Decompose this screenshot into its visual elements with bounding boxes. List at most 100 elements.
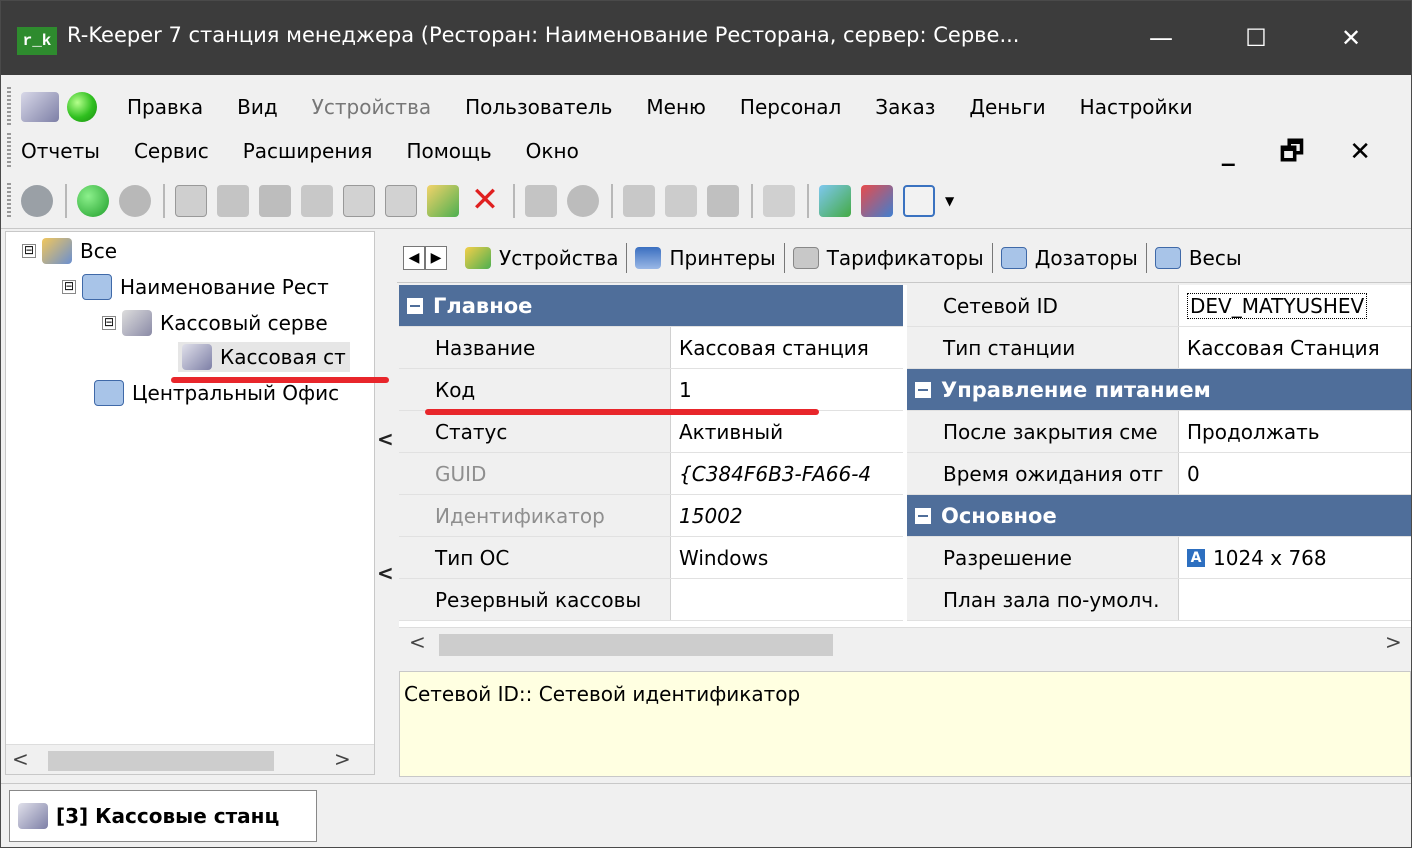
property-row-os-type[interactable]: Тип ОС Windows bbox=[399, 537, 903, 579]
property-grid[interactable]: Главное Название Кассовая станция Код 1 … bbox=[399, 285, 1411, 661]
menu-extensions[interactable]: Расширения bbox=[243, 139, 373, 163]
menu-money[interactable]: Деньги bbox=[969, 95, 1045, 119]
network-id-value[interactable]: DEV_MATYUSHEV bbox=[1187, 292, 1368, 319]
refresh-icon[interactable] bbox=[21, 185, 53, 217]
menu-grip[interactable] bbox=[7, 87, 11, 127]
tree-item-central-office[interactable]: Центральный Офис bbox=[94, 380, 339, 406]
tree-panel[interactable]: ⊟ Все ⊟ Наименование Рест ⊟ Кассовый сер… bbox=[5, 231, 375, 775]
copy-icon[interactable] bbox=[623, 185, 655, 217]
menu-help[interactable]: Помощь bbox=[406, 139, 491, 163]
menu-window[interactable]: Окно bbox=[526, 139, 579, 163]
property-value[interactable]: Активный bbox=[671, 411, 903, 452]
paste-doc-icon[interactable] bbox=[385, 185, 417, 217]
print-preview-icon[interactable] bbox=[259, 185, 291, 217]
menu-user[interactable]: Пользователь bbox=[465, 95, 612, 119]
tree-item-restaurant[interactable]: ⊟ Наименование Рест bbox=[62, 274, 329, 300]
menu-devices[interactable]: Устройства bbox=[312, 95, 431, 119]
property-value[interactable]: Кассовая станция bbox=[671, 327, 903, 368]
property-row-backup-cash[interactable]: Резервный кассовы bbox=[399, 579, 903, 621]
property-value[interactable]: 0 bbox=[1179, 453, 1411, 494]
property-row-status[interactable]: Статус Активный bbox=[399, 411, 903, 453]
menu-edit[interactable]: Правка bbox=[127, 95, 203, 119]
search-icon[interactable] bbox=[763, 185, 795, 217]
collapse-icon[interactable] bbox=[915, 381, 931, 398]
collapse-icon[interactable]: ⊟ bbox=[22, 244, 36, 258]
menu-view[interactable]: Вид bbox=[237, 95, 278, 119]
menu-service[interactable]: Сервис bbox=[134, 139, 209, 163]
menu-settings[interactable]: Настройки bbox=[1080, 95, 1193, 119]
tab-devices[interactable]: Устройства bbox=[457, 242, 628, 273]
move-up-icon[interactable] bbox=[427, 185, 459, 217]
section-header-basic[interactable]: Основное bbox=[907, 495, 1411, 537]
property-value[interactable] bbox=[671, 579, 903, 620]
window-tab-cash-stations[interactable]: [3] Кассовые станц bbox=[9, 790, 317, 842]
property-row-station-type[interactable]: Тип станции Кассовая Станция bbox=[907, 327, 1411, 369]
tab-scroll-left[interactable]: ◀ bbox=[403, 245, 425, 270]
property-row-after-shift-close[interactable]: После закрытия сме Продолжать bbox=[907, 411, 1411, 453]
collapse-icon[interactable] bbox=[915, 507, 931, 524]
copy-doc-icon[interactable] bbox=[343, 185, 375, 217]
property-row-default-floor-plan[interactable]: План зала по-умолч. bbox=[907, 579, 1411, 621]
section-header-main[interactable]: Главное bbox=[399, 285, 903, 327]
collapse-left-icon[interactable]: < bbox=[377, 561, 394, 585]
scroll-right-arrow[interactable]: > bbox=[1385, 630, 1402, 654]
export-icon[interactable] bbox=[861, 185, 893, 217]
tree-item-cash-server[interactable]: ⊟ Кассовый серве bbox=[102, 310, 328, 336]
menu-reports[interactable]: Отчеты bbox=[21, 139, 100, 163]
forward-icon[interactable] bbox=[119, 185, 151, 217]
menu-order[interactable]: Заказ bbox=[875, 95, 935, 119]
tree-scrollbar[interactable]: < > bbox=[6, 744, 374, 774]
toolbar-grip[interactable] bbox=[7, 183, 11, 219]
new-doc-icon[interactable] bbox=[175, 185, 207, 217]
panel-splitter[interactable]: < < bbox=[377, 231, 394, 651]
close-button[interactable]: ✕ bbox=[1321, 15, 1381, 61]
collapse-icon[interactable]: ⊟ bbox=[62, 280, 76, 294]
grid-scrollbar[interactable]: < > bbox=[399, 627, 1411, 661]
property-value[interactable]: Кассовая Станция bbox=[1179, 327, 1411, 368]
scroll-right-arrow[interactable]: > bbox=[334, 747, 351, 771]
property-value[interactable]: Продолжать bbox=[1179, 411, 1411, 452]
tab-printers[interactable]: Принтеры bbox=[627, 242, 785, 273]
property-row-guid[interactable]: GUID {C384F6B3-FA66-4 bbox=[399, 453, 903, 495]
property-value[interactable] bbox=[1179, 579, 1411, 620]
scroll-left-arrow[interactable]: < bbox=[409, 630, 426, 654]
cancel-icon[interactable] bbox=[567, 185, 599, 217]
collapse-icon[interactable] bbox=[407, 297, 423, 314]
tree-item-cash-station[interactable]: Кассовая ст bbox=[178, 342, 350, 372]
title-bar[interactable]: r_k R-Keeper 7 станция менеджера (Рестор… bbox=[1, 1, 1411, 75]
tab-tariffers[interactable]: Тарификаторы bbox=[785, 242, 993, 273]
collapse-icon[interactable]: ⊟ bbox=[102, 316, 116, 330]
cut-icon[interactable] bbox=[665, 185, 697, 217]
tab-scroll-right[interactable]: ▶ bbox=[425, 245, 447, 270]
property-row-wait-time[interactable]: Время ожидания отг 0 bbox=[907, 453, 1411, 495]
property-row-resolution[interactable]: Разрешение A 1024 x 768 bbox=[907, 537, 1411, 579]
property-row-code[interactable]: Код 1 bbox=[399, 369, 903, 411]
tab-dispensers[interactable]: Дозаторы bbox=[993, 242, 1147, 273]
mdi-window-controls[interactable]: _ 🗗 ✕ bbox=[1222, 133, 1389, 177]
rename-icon[interactable] bbox=[301, 185, 333, 217]
property-value[interactable]: A 1024 x 768 bbox=[1179, 537, 1411, 578]
scroll-thumb[interactable] bbox=[439, 634, 833, 656]
paste-icon[interactable] bbox=[707, 185, 739, 217]
print-icon[interactable] bbox=[217, 185, 249, 217]
property-row-identifier[interactable]: Идентификатор 15002 bbox=[399, 495, 903, 537]
save-icon[interactable] bbox=[525, 185, 557, 217]
filter-icon[interactable] bbox=[819, 185, 851, 217]
delete-icon[interactable]: ✕ bbox=[469, 183, 501, 217]
tree-item-all[interactable]: ⊟ Все bbox=[22, 238, 117, 264]
minimize-button[interactable]: — bbox=[1131, 15, 1191, 61]
property-value[interactable]: 1 bbox=[671, 369, 903, 410]
maximize-button[interactable]: ☐ bbox=[1226, 15, 1286, 61]
cash-register-icon[interactable] bbox=[21, 92, 59, 122]
grid-view-icon[interactable] bbox=[903, 185, 935, 217]
scroll-thumb[interactable] bbox=[48, 751, 274, 771]
chevron-down-icon[interactable]: ▼ bbox=[945, 194, 954, 208]
property-value[interactable]: DEV_MATYUSHEV bbox=[1179, 285, 1411, 326]
property-row-name[interactable]: Название Кассовая станция bbox=[399, 327, 903, 369]
menu-staff[interactable]: Персонал bbox=[740, 95, 841, 119]
property-row-network-id[interactable]: Сетевой ID DEV_MATYUSHEV bbox=[907, 285, 1411, 327]
menu-grip[interactable] bbox=[7, 133, 11, 169]
section-header-power[interactable]: Управление питанием bbox=[907, 369, 1411, 411]
collapse-left-icon[interactable]: < bbox=[377, 427, 394, 451]
scroll-left-arrow[interactable]: < bbox=[12, 747, 29, 771]
